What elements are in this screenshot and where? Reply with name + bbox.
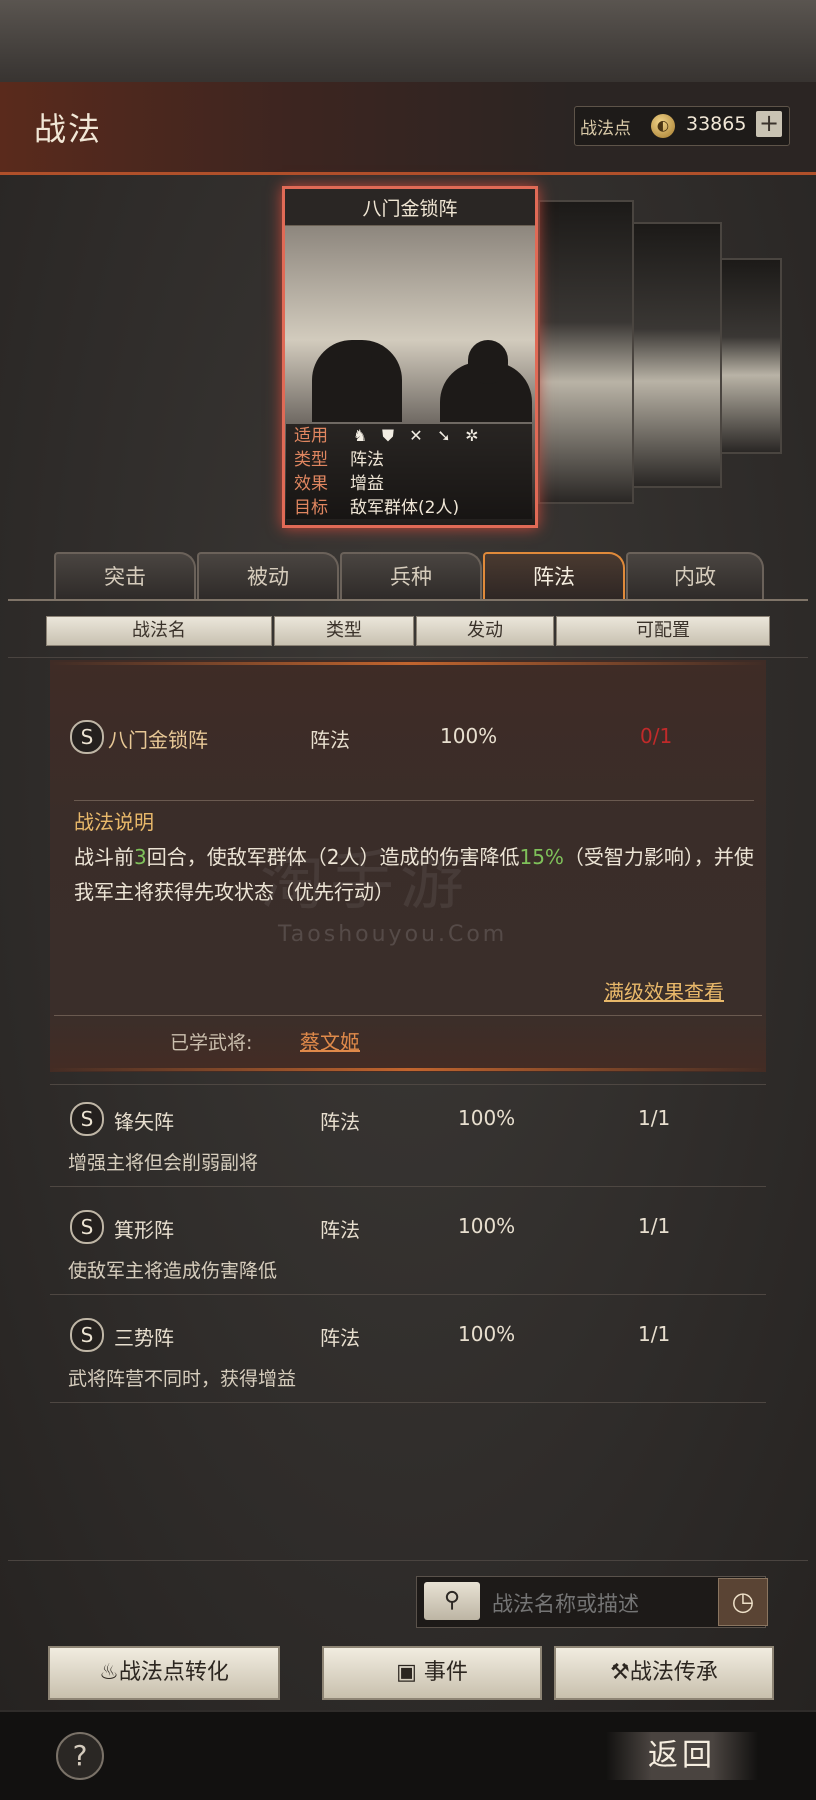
search-input[interactable] — [490, 1588, 714, 1620]
event-icon: ▣ — [396, 1660, 417, 1685]
general-silhouette-head — [338, 342, 372, 382]
tactic-type: 阵法 — [320, 1326, 360, 1350]
tactic-config-count: 0/1 — [640, 724, 673, 748]
inherit-tactic-button[interactable]: ⚒战法传承 — [554, 1646, 774, 1700]
bow-icon: ✕ — [409, 426, 423, 445]
tab-troop[interactable]: 兵种 — [340, 552, 482, 600]
tab-passive[interactable]: 被动 — [197, 552, 339, 600]
card-info-value: 敌军群体(2人) — [350, 498, 460, 518]
tactic-point-coin-icon: ◐ — [651, 114, 675, 138]
tactic-name[interactable]: 锋矢阵 — [114, 1106, 174, 1135]
watermark-subtext: Taoshouyou.Com — [278, 922, 508, 947]
back-button[interactable]: 返回 — [606, 1732, 758, 1780]
general-silhouette-head — [468, 340, 508, 384]
card-title: 八门金锁阵 — [362, 198, 458, 220]
clock-icon[interactable]: ◷ — [718, 1578, 768, 1626]
tactic-trigger-rate: 100% — [458, 1106, 516, 1130]
card-info-key: 目标 — [294, 498, 328, 518]
column-header-type[interactable]: 类型 — [274, 616, 414, 646]
expanded-divider — [54, 1015, 762, 1016]
flame-icon: ♨ — [99, 1660, 119, 1685]
tactic-config-count: 1/1 — [638, 1322, 671, 1346]
tactic-name: 八门金锁阵 — [108, 728, 208, 752]
expanded-divider — [74, 800, 754, 801]
grade-badge: S — [70, 720, 104, 754]
tactic-name[interactable]: 三势阵 — [114, 1322, 174, 1351]
card-info-value: 阵法 — [350, 450, 384, 470]
events-button[interactable]: ▣ 事件 — [322, 1646, 542, 1700]
tab-assault[interactable]: 突击 — [54, 552, 196, 600]
convert-points-button[interactable]: ♨战法点转化 — [48, 1646, 280, 1700]
full-level-effect-link[interactable]: 满级效果查看 — [604, 976, 724, 1005]
tactic-trigger-rate: 100% — [458, 1214, 516, 1238]
tactic-type: 阵法 — [310, 728, 350, 752]
card-info-key: 适用 — [294, 426, 328, 446]
top-decor-banner — [0, 0, 816, 90]
expanded-row-bottom-border — [50, 1068, 766, 1071]
expanded-row-top-border — [50, 662, 766, 665]
tactic-config-count: 1/1 — [638, 1106, 671, 1130]
tactic-card-back[interactable] — [630, 222, 722, 488]
tactic-config-count: 1/1 — [638, 1214, 671, 1238]
hammer-icon: ⚒ — [610, 1660, 630, 1685]
page-title: 战法 — [34, 110, 103, 148]
card-info-row: 适用 ♞ ⛊ ✕ ➘ ✲ — [286, 424, 532, 448]
learned-general-link[interactable]: 蔡文姬 — [300, 1026, 360, 1055]
tactic-description: 战斗前3回合，使敌军群体（2人）造成的伤害降低15%（受智力影响），并使我军主将… — [74, 845, 754, 904]
tab-internal-affairs[interactable]: 内政 — [626, 552, 764, 600]
row-divider — [50, 1294, 766, 1295]
row-divider — [50, 1186, 766, 1187]
tactic-points-value: 33865 — [686, 113, 747, 135]
column-header-configurable[interactable]: 可配置 — [556, 616, 770, 646]
tactic-type: 阵法 — [320, 1110, 360, 1134]
column-header-trigger-rate[interactable]: 发动 — [416, 616, 554, 646]
grade-badge: S — [70, 1318, 104, 1352]
card-info-row: 目标 敌军群体(2人) — [286, 496, 532, 520]
wheel-icon: ✲ — [465, 426, 479, 445]
spear-icon: ➘ — [437, 426, 451, 445]
tactic-description-heading: 战法说明 — [74, 810, 154, 834]
grade-badge: S — [70, 1102, 104, 1136]
tactic-type: 阵法 — [320, 1218, 360, 1242]
row-divider — [50, 1084, 766, 1085]
learned-generals-label: 已学武将: — [170, 1032, 253, 1054]
card-info-key: 效果 — [294, 474, 328, 494]
tab-underline — [8, 599, 808, 601]
tactic-summary: 武将阵营不同时，获得增益 — [68, 1368, 297, 1390]
help-button[interactable]: ? — [56, 1732, 104, 1780]
cavalry-icon: ♞ — [352, 426, 368, 445]
card-info-key: 类型 — [294, 450, 328, 470]
tactic-summary: 增强主将但会削弱副将 — [68, 1152, 259, 1174]
header-divider — [8, 657, 808, 658]
tab-formation[interactable]: 阵法 — [483, 552, 625, 600]
add-points-button[interactable]: + — [756, 111, 782, 137]
search-icon[interactable]: ⚲ — [424, 1582, 480, 1620]
tactic-card-back[interactable] — [538, 200, 634, 504]
shield-icon: ⛊ — [381, 426, 394, 445]
bottom-divider — [8, 1560, 808, 1561]
tactic-points-label: 战法点 — [580, 119, 631, 139]
column-header-name[interactable]: 战法名 — [46, 616, 272, 646]
grade-badge: S — [70, 1210, 104, 1244]
tactic-trigger-rate: 100% — [458, 1322, 516, 1346]
card-info-panel: 适用 ♞ ⛊ ✕ ➘ ✲ 类型 阵法 效果 增益 目标 敌军群体(2人) — [286, 424, 532, 519]
tactic-name[interactable]: 箕形阵 — [114, 1214, 174, 1243]
tactic-summary: 使敌军主将造成伤害降低 — [68, 1260, 278, 1282]
card-info-row: 效果 增益 — [286, 472, 532, 496]
tactic-trigger-rate: 100% — [440, 724, 498, 748]
card-info-row: 类型 阵法 — [286, 448, 532, 472]
row-divider — [50, 1402, 766, 1403]
card-info-value: 增益 — [350, 474, 384, 494]
